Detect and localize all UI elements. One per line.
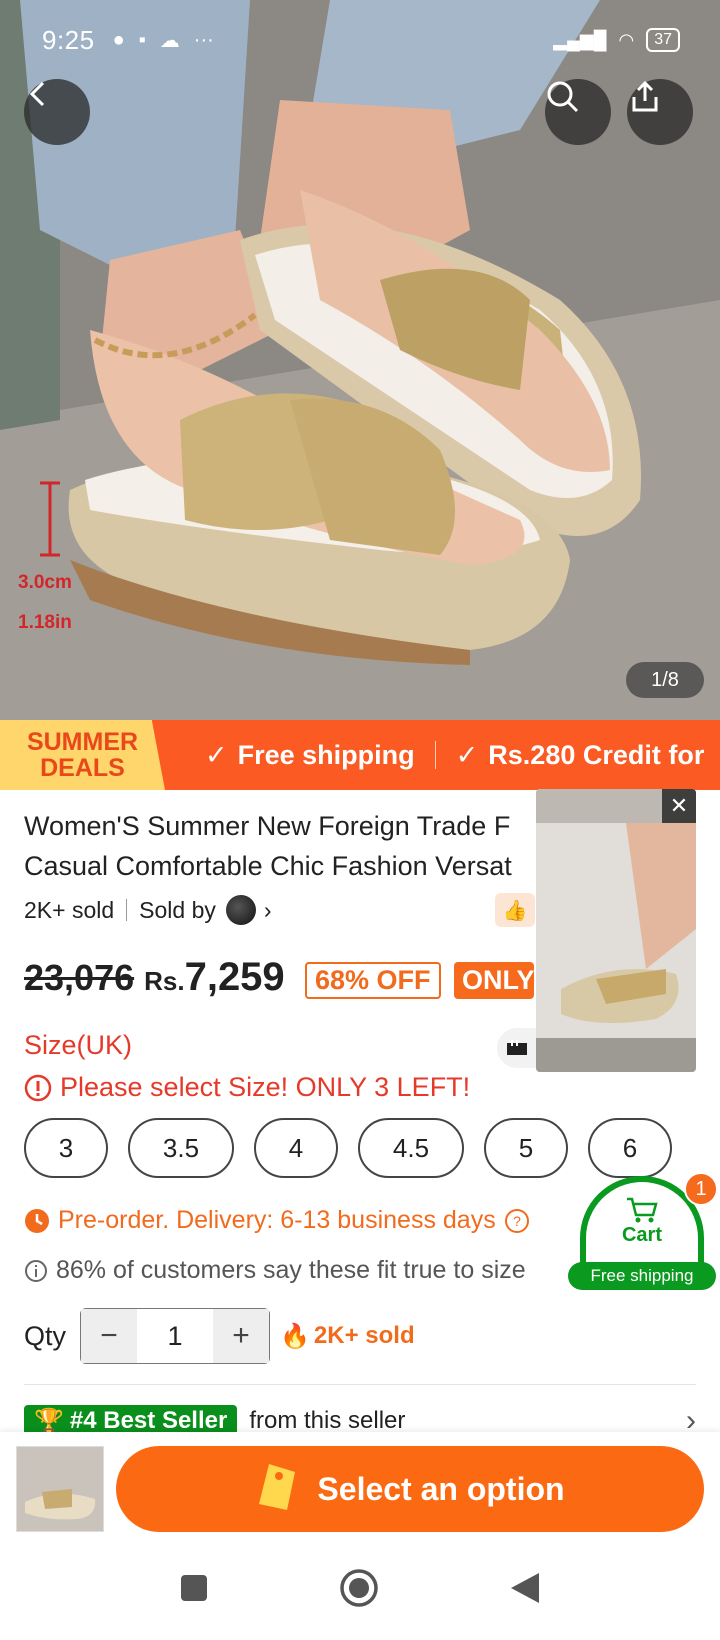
preorder-info[interactable]: Pre-order. Delivery: 6-13 business days …: [24, 1206, 530, 1235]
wifi-icon: ◠: [618, 29, 635, 50]
search-icon: [547, 81, 579, 113]
svg-text:?: ?: [513, 1213, 521, 1229]
cart-free-shipping: Free shipping: [568, 1262, 716, 1290]
summer-deals-badge: SUMMER DEALS: [0, 720, 165, 790]
video-thumbnail: [536, 789, 696, 1072]
cloud-icon: ☁: [159, 29, 180, 52]
divider: [434, 741, 436, 769]
size-option-4-5[interactable]: 4.5: [358, 1118, 464, 1178]
currency: Rs.: [144, 966, 185, 996]
chevron-right-icon: ›: [263, 896, 272, 923]
ruler-icon: [507, 1040, 527, 1055]
measure-cm-label: 3.0cm: [18, 572, 72, 593]
close-video-button[interactable]: ✕: [662, 789, 696, 823]
battery-icon: 37: [646, 28, 680, 52]
sold-row: 2K+ sold Sold by ›: [24, 895, 272, 925]
measure-in-label: 1.18in: [18, 612, 72, 633]
divider: [126, 899, 128, 921]
decrease-button[interactable]: −: [81, 1309, 138, 1363]
divider: [24, 1384, 696, 1385]
temu-icon: ▪: [138, 28, 146, 51]
back-nav-icon[interactable]: [509, 1571, 541, 1605]
size-warning: Please select Size! ONLY 3 LEFT!: [24, 1072, 470, 1103]
share-button[interactable]: [627, 79, 693, 145]
size-option-4[interactable]: 4: [254, 1118, 338, 1178]
info-icon: [25, 1259, 47, 1282]
credit-perk: ✓ Rs.280 Credit for: [455, 739, 705, 770]
notification-icon: ●: [112, 28, 125, 51]
product-title[interactable]: Women'S Summer New Foreign Trade F Casua…: [24, 806, 544, 886]
back-button[interactable]: [24, 79, 90, 145]
share-icon: [632, 80, 658, 112]
system-nav-bar: [0, 1536, 720, 1640]
size-label: Size(UK): [24, 1030, 133, 1060]
status-bar: 9:25 ● ▪ ☁ ··· ▂▄▆█ ◠ 37: [42, 22, 680, 58]
floating-cart-button[interactable]: Cart 1 Free shipping: [568, 1172, 718, 1290]
free-shipping-perk: ✓ Free shipping: [205, 739, 415, 770]
sold-by-link[interactable]: Sold by ›: [139, 895, 272, 925]
floating-video-player[interactable]: ✕: [536, 789, 696, 1072]
discount-badge: 68% OFF: [305, 962, 441, 999]
summer-deals-banner[interactable]: SUMMER DEALS ✓ Free shipping ✓ Rs.280 Cr…: [0, 720, 720, 790]
increase-button[interactable]: +: [213, 1309, 270, 1363]
signal-icon: ▂▄▆█: [553, 29, 607, 50]
selected-product-thumbnail[interactable]: [16, 1446, 104, 1532]
cart-count-badge: 1: [684, 1172, 718, 1206]
size-option-3-5[interactable]: 3.5: [128, 1118, 234, 1178]
quantity-value[interactable]: 1: [137, 1321, 213, 1352]
fit-info: 86% of customers say these fit true to s…: [24, 1256, 526, 1285]
size-option-3[interactable]: 3: [24, 1118, 108, 1178]
best-seller-text: from this seller: [249, 1407, 406, 1434]
product-image-carousel[interactable]: 9:25 ● ▪ ☁ ··· ▂▄▆█ ◠ 37 3.0cm 1.18in 1/…: [0, 0, 720, 720]
quantity-row: Qty − 1 + 🔥 2K+ sold: [24, 1308, 415, 1364]
thumbs-up-icon: 👍: [495, 893, 535, 927]
qty-label: Qty: [24, 1320, 67, 1351]
chevron-left-icon: [29, 81, 45, 107]
home-icon[interactable]: [339, 1568, 379, 1608]
flame-icon: 🔥: [280, 1322, 310, 1350]
cart-label: Cart: [621, 1224, 662, 1246]
price-tag-icon: [259, 1464, 296, 1510]
quantity-stepper: − 1 +: [80, 1308, 271, 1364]
size-option-5[interactable]: 5: [484, 1118, 568, 1178]
seller-avatar: [225, 895, 256, 925]
size-options: 3 3.5 4 4.5 5 6: [24, 1118, 672, 1178]
close-icon: ✕: [669, 793, 689, 818]
size-guide-button[interactable]: [497, 1028, 537, 1068]
size-option-6[interactable]: 6: [588, 1118, 672, 1178]
clock-icon: [25, 1208, 49, 1233]
select-option-button[interactable]: Select an option: [116, 1446, 704, 1532]
more-icon: ···: [193, 28, 214, 51]
original-price: 23,076: [24, 957, 135, 998]
only-badge: ONLY: [454, 962, 534, 999]
bottom-action-bar: Select an option: [0, 1432, 720, 1536]
status-time: 9:25: [42, 24, 95, 55]
hot-sold-badge: 🔥 2K+ sold: [280, 1322, 415, 1350]
price-row: 23,076 Rs. 7,259: [24, 955, 285, 1000]
sale-price: 7,259: [184, 955, 285, 999]
search-button[interactable]: [545, 79, 611, 145]
recents-icon[interactable]: [179, 1573, 209, 1603]
product-photo: [0, 0, 720, 720]
check-icon: ✓: [205, 739, 228, 770]
sold-count: 2K+ sold: [24, 896, 115, 923]
check-icon: ✓: [455, 739, 479, 770]
cart-icon: [627, 1197, 658, 1223]
help-icon: ?: [504, 1208, 529, 1233]
image-counter: 1/8: [626, 662, 704, 698]
alert-icon: [24, 1074, 52, 1101]
